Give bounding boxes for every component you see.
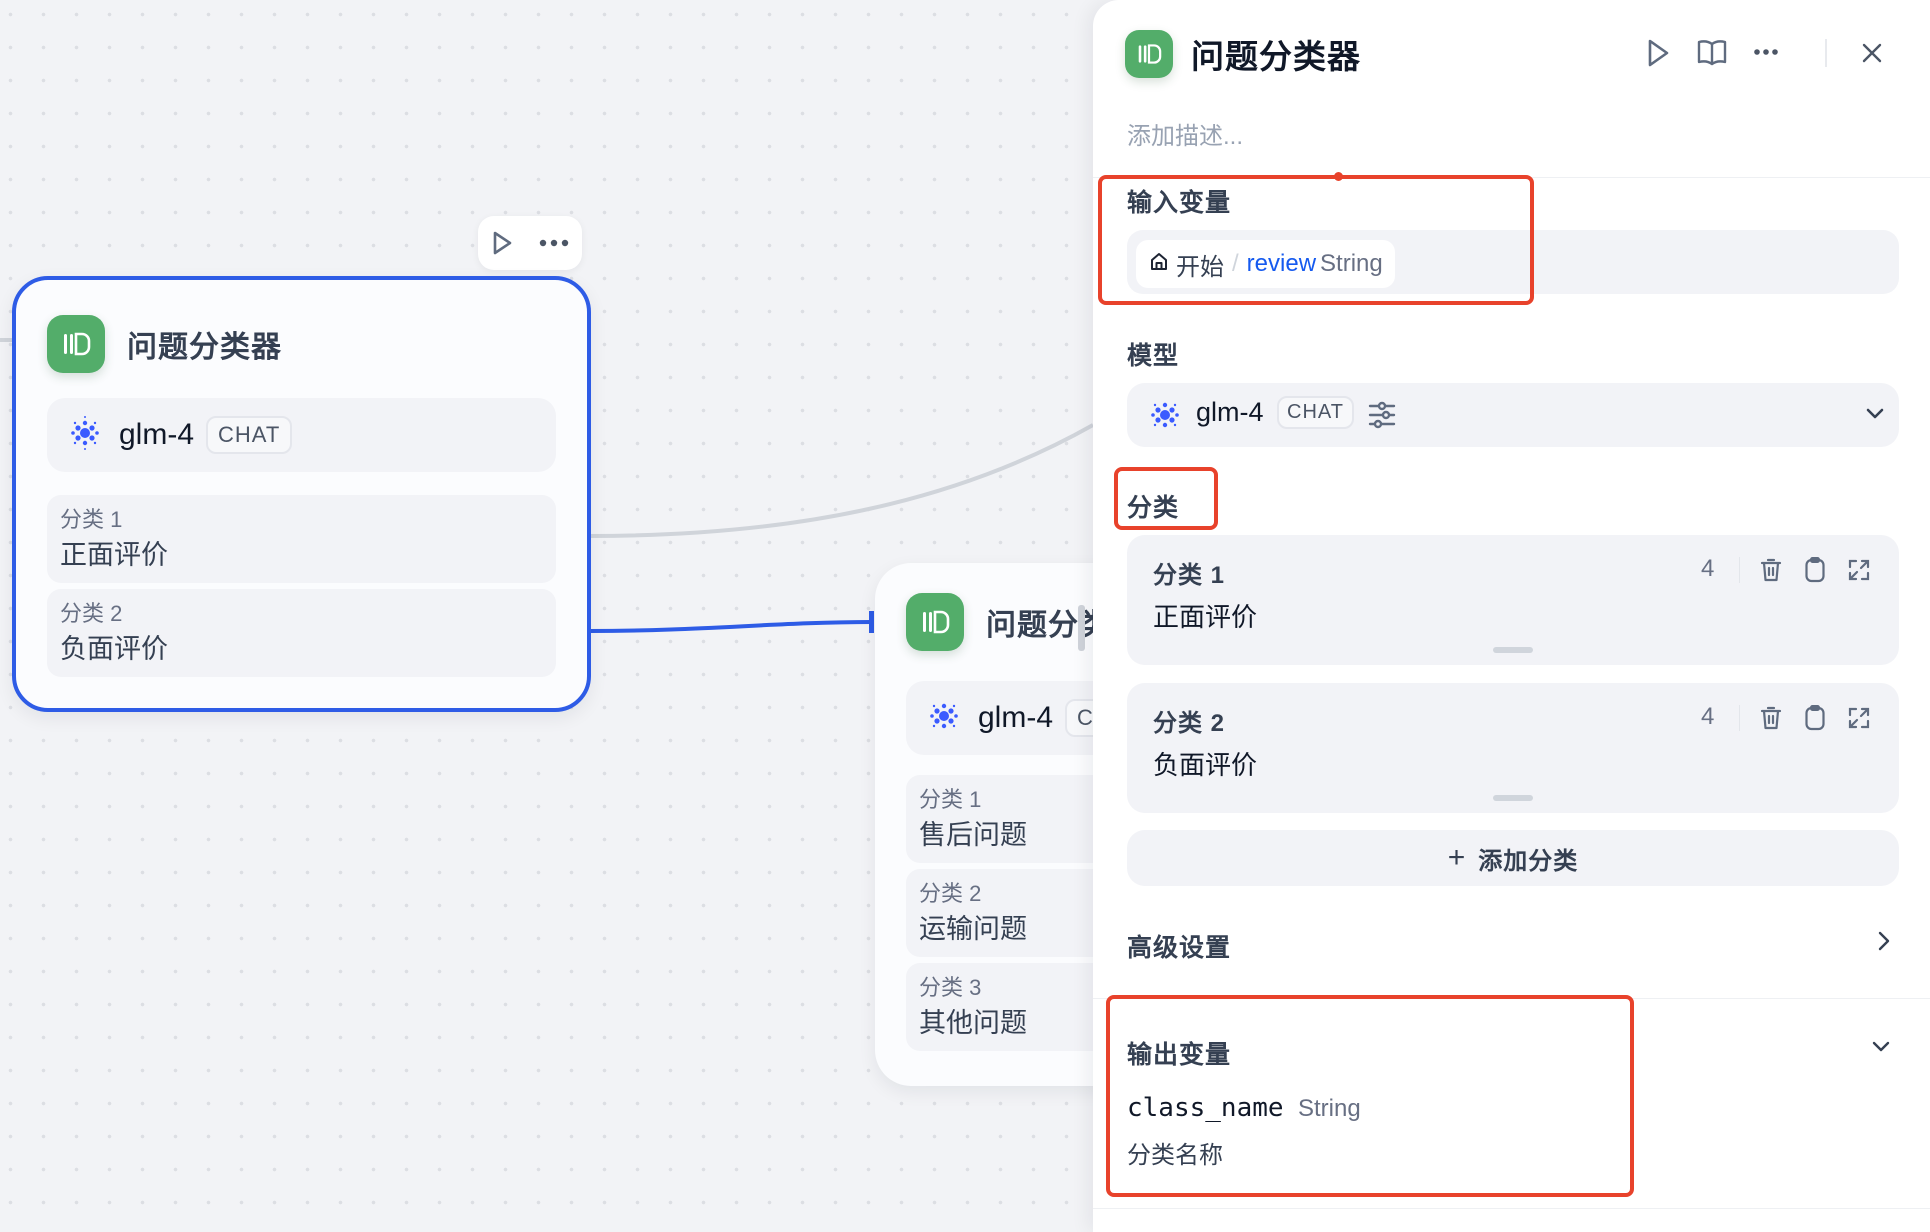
text-cursor: [1078, 605, 1085, 651]
node-model: glm-4 CHAT: [47, 398, 556, 472]
class-card-title: 分类 2: [1153, 710, 1226, 737]
model-mode-badge: CHAT: [206, 416, 293, 454]
home-icon: [1150, 250, 1168, 278]
class-card: 分类 2 4 负面评价: [1127, 683, 1899, 813]
var-source-node: 开始: [1176, 253, 1224, 281]
node-title: 问题分类器: [127, 331, 282, 364]
node-class-item: 分类 1 正面评价: [47, 495, 556, 583]
clipboard-icon[interactable]: [1800, 555, 1830, 585]
node-toolbar: [478, 216, 582, 270]
input-var-field[interactable]: 开始 / review String: [1127, 230, 1899, 294]
header-divider: [1825, 39, 1827, 67]
panel-title[interactable]: 问题分类器: [1191, 30, 1361, 78]
var-type: String: [1320, 250, 1383, 277]
class-label: 分类 2: [60, 601, 123, 626]
divider: [1093, 1208, 1930, 1209]
edge-class1-to-next: [589, 423, 1094, 538]
resize-handle[interactable]: [1493, 647, 1533, 653]
advanced-settings-toggle[interactable]: 高级设置: [1127, 928, 1231, 964]
chevron-right-icon[interactable]: [1877, 930, 1891, 957]
play-icon[interactable]: [1642, 36, 1674, 70]
close-icon[interactable]: [1857, 38, 1887, 68]
model-name: glm-4: [1196, 397, 1264, 427]
trash-icon[interactable]: [1756, 555, 1786, 585]
resize-handle[interactable]: [1493, 795, 1533, 801]
var-name: review: [1246, 250, 1317, 277]
glm-model-icon: [1147, 397, 1183, 438]
play-icon[interactable]: [491, 230, 513, 256]
class-card-count: 4: [1701, 703, 1715, 730]
output-var-name: class_name: [1127, 1093, 1284, 1123]
class-card-title: 分类 1: [1153, 562, 1226, 589]
book-icon[interactable]: [1694, 36, 1730, 70]
classifier-node[interactable]: 问题分类器 glm-4 CHAT 分类 1 正面评价 分类 2 负面评价: [12, 276, 591, 712]
expand-icon[interactable]: [1844, 703, 1874, 733]
output-var-type: String: [1298, 1095, 1361, 1122]
class-card: 分类 1 4 正面评价: [1127, 535, 1899, 665]
class-card-text[interactable]: 负面评价: [1153, 745, 1257, 782]
add-class-button[interactable]: + 添加分类: [1127, 830, 1899, 886]
model-name: glm-4: [978, 701, 1054, 734]
chevron-down-icon[interactable]: [1871, 1040, 1891, 1059]
model-params-icon[interactable]: [1367, 400, 1397, 435]
classes-label: 分类: [1127, 494, 1180, 522]
model-selector[interactable]: glm-4 CHAT: [1127, 383, 1899, 447]
output-var-description: 分类名称: [1127, 1142, 1223, 1169]
add-class-label: 添加分类: [1478, 847, 1579, 875]
node-class-item: 分类 2 负面评价: [47, 589, 556, 677]
divider: [1739, 557, 1740, 583]
model-label: 模型: [1127, 342, 1180, 370]
more-dots-icon[interactable]: [539, 239, 569, 247]
node-settings-panel: 问题分类器 添加描述... 输入变量 开始 / review String 模型…: [1093, 0, 1930, 1232]
input-var-chip[interactable]: 开始 / review String: [1136, 240, 1395, 288]
more-dots-icon[interactable]: [1751, 42, 1781, 62]
class-label: 分类 1: [60, 507, 123, 532]
classifier-node-icon: [47, 315, 105, 373]
edge-class2-to-node2: [589, 620, 873, 633]
class-card-count: 4: [1701, 555, 1715, 582]
output-vars-label[interactable]: 输出变量: [1127, 1035, 1231, 1071]
chevron-down-icon[interactable]: [1865, 407, 1885, 426]
glm-model-icon: [67, 415, 103, 456]
model-name: glm-4: [119, 418, 195, 451]
highlight-marker: [1334, 172, 1343, 181]
class-text: 负面评价: [60, 634, 168, 664]
class-card-text[interactable]: 正面评价: [1153, 597, 1257, 634]
plus-icon: +: [1447, 841, 1467, 874]
edge-target-handle[interactable]: [869, 611, 874, 633]
class-text: 正面评价: [60, 540, 168, 570]
divider: [1093, 177, 1930, 178]
input-vars-label: 输入变量: [1127, 189, 1232, 217]
model-mode-badge: CHAT: [1277, 396, 1354, 429]
divider: [1093, 998, 1930, 999]
classifier-node-icon: [906, 593, 964, 651]
var-separator: /: [1232, 250, 1239, 277]
clipboard-icon[interactable]: [1800, 703, 1830, 733]
divider: [1739, 705, 1740, 731]
description-input[interactable]: 添加描述...: [1127, 116, 1243, 151]
classifier-node-icon: [1125, 30, 1173, 78]
expand-icon[interactable]: [1844, 555, 1874, 585]
glm-model-icon: [926, 698, 962, 739]
trash-icon[interactable]: [1756, 703, 1786, 733]
